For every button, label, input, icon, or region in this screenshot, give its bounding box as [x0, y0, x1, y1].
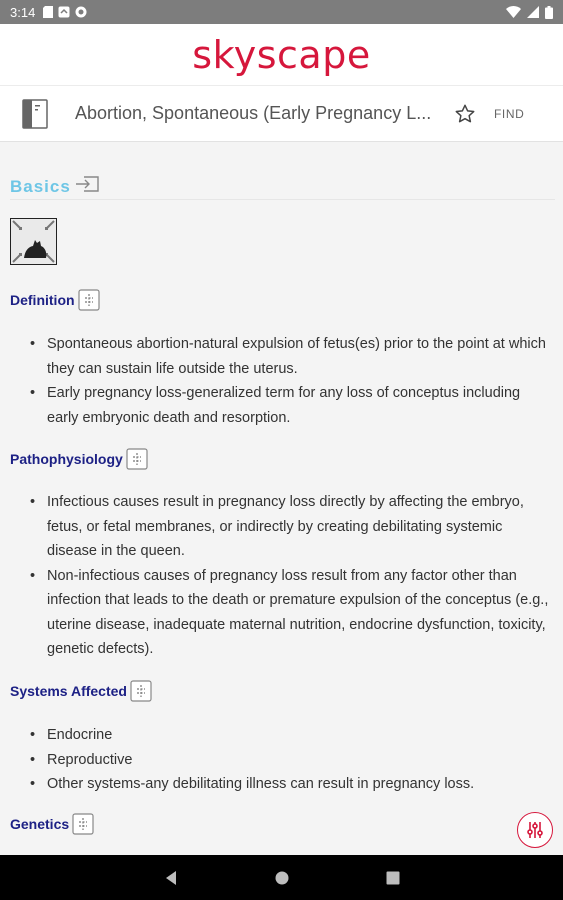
sync-icon [58, 6, 70, 18]
expand-icon[interactable] [72, 813, 94, 835]
brand-header: skyscape [0, 24, 563, 86]
recents-icon[interactable] [386, 871, 400, 885]
sd-card-icon [43, 6, 54, 18]
list-item: Infectious causes result in pregnancy lo… [30, 490, 550, 564]
notification-icons [43, 6, 87, 18]
status-bar: 3:14 [0, 0, 563, 24]
status-time: 3:14 [10, 4, 36, 20]
genetics-header[interactable]: Genetics [10, 813, 94, 835]
settings-fab[interactable] [517, 812, 553, 848]
star-icon[interactable] [454, 103, 476, 125]
list-item: Early pregnancy loss-generalized term fo… [30, 381, 550, 430]
battery-icon [545, 5, 553, 19]
list-item: Other systems-any debilitating illness c… [30, 772, 550, 797]
systems-affected-list: Endocrine Reproductive Other systems-any… [30, 723, 550, 797]
list-item: Non-infectious causes of pregnancy loss … [30, 564, 550, 662]
list-item: Spontaneous abortion-natural expulsion o… [30, 332, 550, 381]
expand-icon[interactable] [130, 680, 152, 702]
cat-icon [10, 218, 57, 265]
basics-header[interactable]: Basics [10, 174, 101, 199]
back-icon[interactable] [164, 870, 178, 886]
navigation-bar [0, 855, 563, 900]
genetics-title: Genetics [10, 816, 70, 832]
expand-icon[interactable] [126, 448, 148, 470]
book-icon[interactable] [22, 98, 48, 129]
basics-title: Basics [10, 176, 71, 196]
skyscape-logo: skyscape [192, 32, 371, 77]
topic-title-bar: Abortion, Spontaneous (Early Pregnancy L… [0, 86, 563, 142]
system-icons [506, 5, 553, 19]
topic-title: Abortion, Spontaneous (Early Pregnancy L… [75, 103, 432, 123]
collapse-icon[interactable] [75, 174, 101, 199]
home-icon[interactable] [274, 870, 290, 886]
definition-title: Definition [10, 292, 75, 308]
systems-affected-header[interactable]: Systems Affected [10, 680, 152, 702]
pathophysiology-title: Pathophysiology [10, 451, 123, 467]
list-item: Endocrine [30, 723, 550, 748]
article-content[interactable]: Basics Definition Spontaneous abortion-n… [0, 143, 563, 855]
tune-icon [527, 822, 543, 838]
find-button[interactable]: FIND [494, 107, 524, 121]
definition-list: Spontaneous abortion-natural expulsion o… [30, 332, 550, 430]
signal-icon [527, 6, 539, 18]
wifi-icon [506, 6, 521, 18]
pathophysiology-list: Infectious causes result in pregnancy lo… [30, 490, 550, 662]
definition-header[interactable]: Definition [10, 289, 100, 311]
list-item: Reproductive [30, 748, 550, 773]
basics-divider [10, 199, 555, 200]
app-notification-icon [75, 6, 87, 18]
expand-icon[interactable] [77, 289, 100, 311]
systems-affected-title: Systems Affected [10, 683, 127, 699]
pathophysiology-header[interactable]: Pathophysiology [10, 448, 148, 470]
